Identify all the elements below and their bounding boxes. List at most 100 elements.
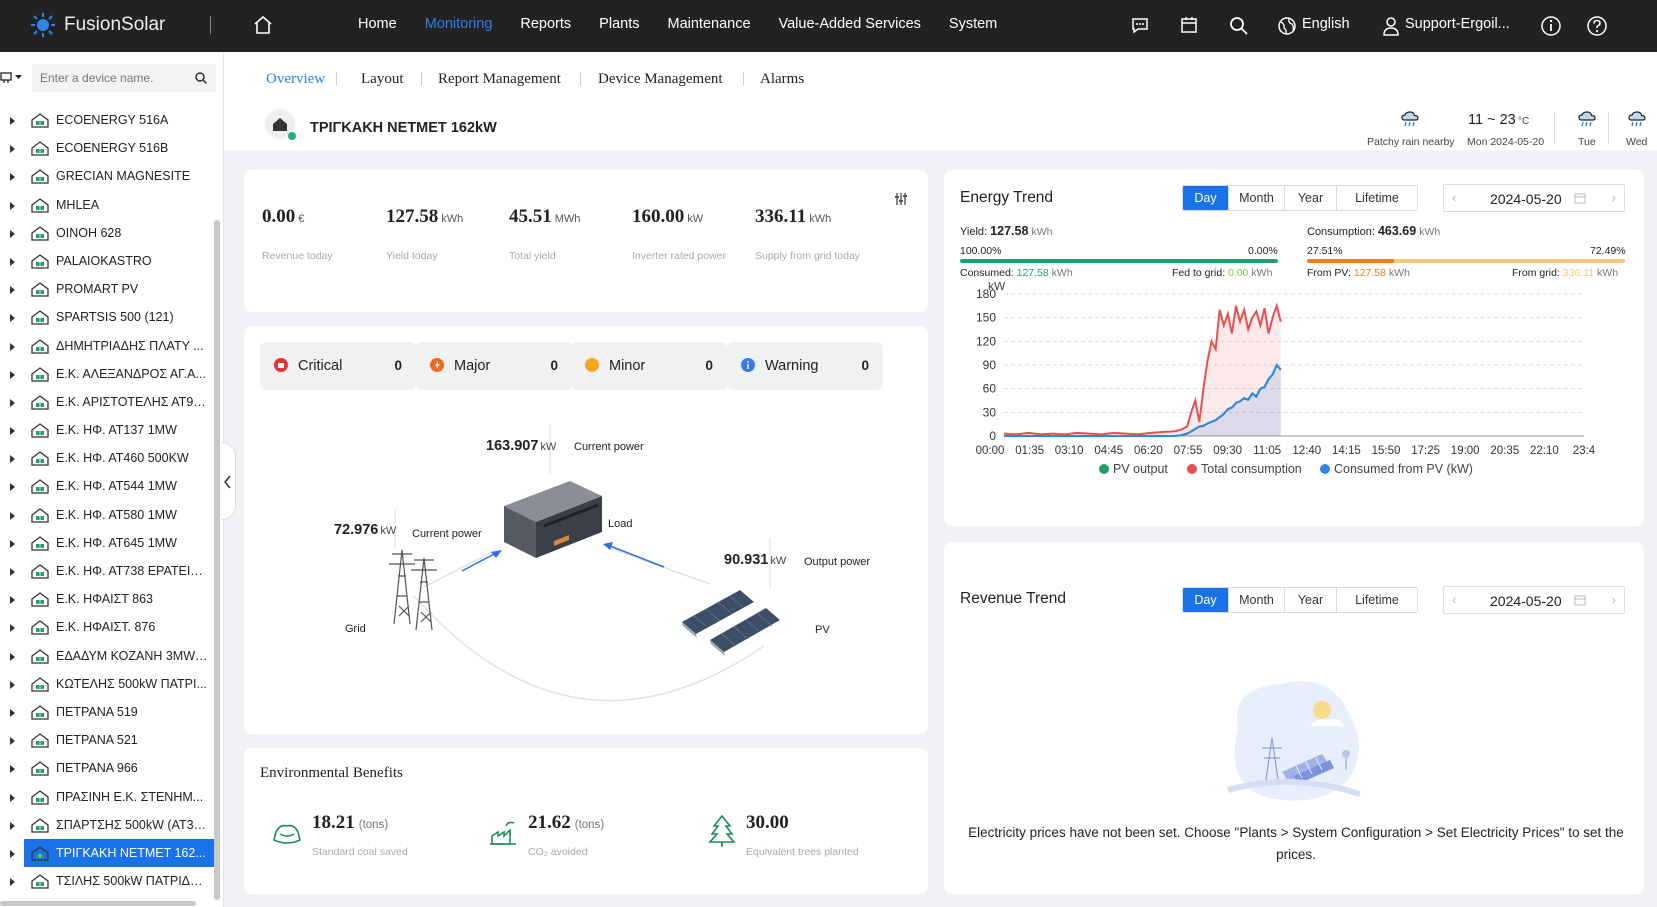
tree-item[interactable]: Ε.Κ. ΑΡΙΣΤΟΤΕΛΗΣ ΑΤ99... (0, 388, 216, 416)
tab-report-management[interactable]: Report Management (438, 71, 561, 88)
nav-home[interactable]: Home (358, 16, 397, 32)
expand-caret-icon[interactable] (10, 173, 15, 182)
calendar-icon[interactable] (1179, 15, 1199, 35)
expand-caret-icon[interactable] (10, 793, 15, 802)
tree-item[interactable]: SPARTSIS 500 (121) (0, 303, 216, 331)
tree-item[interactable]: MHLEA (0, 191, 216, 219)
tree-item[interactable]: Ε.Κ. ΗΦ. ΑΤ738 ΕΡΑΤΕΙΝΟ (0, 557, 216, 585)
revenue-trend-period-day[interactable]: Day (1183, 588, 1229, 612)
energy-trend-period-day[interactable]: Day (1183, 186, 1229, 210)
search-icon[interactable] (1228, 15, 1250, 37)
globe-icon[interactable] (1276, 15, 1298, 37)
tree-item[interactable]: ΤΡΙΓΚΑΚΗ ΝΕΤΜΕΤ 162... (0, 838, 216, 867)
expand-caret-icon[interactable] (10, 370, 15, 379)
chevron-right-icon[interactable]: › (1612, 592, 1616, 607)
expand-caret-icon[interactable] (10, 821, 15, 830)
user-icon[interactable] (1381, 15, 1401, 37)
nav-reports[interactable]: Reports (520, 16, 571, 32)
tree-item[interactable]: OINOH 628 (0, 219, 216, 247)
tree-item[interactable]: Ε.Κ. ΗΦ. ΑΤ137 1MW (0, 416, 216, 444)
energy-trend-chart[interactable]: kW030609012015018000:00 01:35 03:10 04:45 06… (944, 282, 1644, 502)
revenue-trend-date-picker[interactable]: ‹ 2024-05-20 › (1443, 586, 1625, 614)
expand-caret-icon[interactable] (10, 568, 15, 576)
tree-item[interactable]: ΤΣΙΛΗΣ 500kW ΠΑΤΡΙΔΑ... (0, 867, 216, 895)
tree-item[interactable]: Ε.Κ. ΑΛΕΞΑΝΔΡΟΣ ΑΓ.Α... (0, 360, 216, 388)
expand-caret-icon[interactable] (10, 398, 15, 407)
tree-item[interactable]: ΚΩΤΕΛΗΣ 500kW ΠΑΤΡΙ... (0, 670, 216, 698)
tree-item[interactable]: ΣΠΑΡΤΣΗΣ 500kW (ΑΤ313) (0, 811, 216, 839)
tree-item[interactable]: PROMART PV (0, 275, 216, 303)
energy-trend-period-lifetime[interactable]: Lifetime (1337, 186, 1417, 210)
expand-caret-icon[interactable] (10, 342, 15, 351)
tree-item[interactable]: ECOENERGY 516B (0, 134, 216, 162)
expand-caret-icon[interactable] (10, 596, 15, 605)
expand-caret-icon[interactable] (10, 878, 15, 887)
device-search-input[interactable] (32, 64, 182, 92)
tree-item[interactable]: Ε.Κ. ΗΦ. ΑΤ645 1MW (0, 529, 216, 557)
tree-item[interactable]: ΠΕΤΡΑΝΑ 519 (0, 698, 216, 726)
expand-caret-icon[interactable] (10, 511, 15, 520)
tree-item[interactable]: ECOENERGY 516A (0, 106, 216, 134)
sidebar-vertical-scrollbar[interactable] (214, 220, 220, 900)
tab-device-management[interactable]: Device Management (598, 71, 723, 88)
energy-trend-date-picker[interactable]: ‹ 2024-05-20 › (1443, 184, 1625, 212)
user-name[interactable]: Support-Ergoil... (1405, 16, 1510, 32)
expand-caret-icon[interactable] (10, 483, 15, 492)
nav-plants[interactable]: Plants (599, 16, 639, 32)
chat-icon[interactable] (1130, 15, 1150, 35)
tree-item[interactable]: ΠΕΤΡΑΝΑ 521 (0, 726, 216, 754)
tree-item[interactable]: ΕΔΑΔΥΜ ΚΟΖΑΝΗ 3MW ... (0, 642, 216, 670)
revenue-trend-period-lifetime[interactable]: Lifetime (1337, 588, 1417, 612)
nav-value-added-services[interactable]: Value-Added Services (779, 16, 921, 32)
revenue-trend-period-month[interactable]: Month (1229, 588, 1285, 612)
expand-caret-icon[interactable] (10, 229, 15, 238)
nav-maintenance[interactable]: Maintenance (667, 16, 750, 32)
help-icon[interactable] (1586, 15, 1608, 37)
nav-monitoring[interactable]: Monitoring (425, 16, 493, 32)
expand-caret-icon[interactable] (10, 737, 15, 746)
expand-caret-icon[interactable] (10, 257, 15, 266)
expand-caret-icon[interactable] (10, 117, 15, 125)
expand-caret-icon[interactable] (10, 314, 15, 323)
chevron-left-icon[interactable]: ‹ (1452, 190, 1456, 205)
language-selector[interactable]: English (1302, 16, 1350, 32)
tree-item[interactable]: Ε.Κ. ΗΦΑΙΣΤ. 876 (0, 613, 216, 641)
tab-overview[interactable]: Overview (266, 71, 325, 88)
tree-item[interactable]: PALAIOKASTRO (0, 247, 216, 275)
brand-logo[interactable]: FusionSolar (28, 12, 165, 38)
revenue-trend-period-year[interactable]: Year (1285, 588, 1337, 612)
tree-item[interactable]: GRECIAN MAGNESITE (0, 162, 216, 190)
info-icon[interactable] (1540, 15, 1562, 37)
expand-caret-icon[interactable] (10, 201, 15, 210)
tree-item[interactable]: Ε.Κ. ΗΦ. ΑΤ544 1MW (0, 472, 216, 500)
expand-caret-icon[interactable] (10, 765, 15, 774)
tree-item[interactable]: ΠΡΑΣΙΝΗ Ε.Κ. ΣΤΕΝΗΜ... (0, 783, 216, 811)
nav-system[interactable]: System (949, 16, 997, 32)
tree-item[interactable]: Ε.Κ. ΗΦΑΙΣΤ 863 (0, 585, 216, 613)
expand-caret-icon[interactable] (10, 455, 15, 464)
settings-sliders-icon[interactable] (894, 192, 908, 206)
tab-alarms[interactable]: Alarms (760, 71, 804, 88)
expand-caret-icon[interactable] (10, 427, 15, 436)
tree-item[interactable]: ΠΕΤΡΑΝΑ 966 (0, 754, 216, 782)
tree-item[interactable]: Ε.Κ. ΗΦ. ΑΤ580 1MW (0, 501, 216, 529)
expand-caret-icon[interactable] (10, 145, 15, 154)
tree-item[interactable]: Ε.Κ. ΗΦ. ΑΤ460 500KW (0, 444, 216, 472)
energy-trend-period-year[interactable]: Year (1285, 186, 1337, 210)
expand-caret-icon[interactable] (10, 652, 15, 661)
search-type-dropdown[interactable] (0, 70, 24, 87)
expand-caret-icon[interactable] (10, 286, 15, 295)
tab-layout[interactable]: Layout (361, 71, 404, 88)
energy-trend-period-month[interactable]: Month (1229, 186, 1285, 210)
chevron-left-icon[interactable]: ‹ (1452, 592, 1456, 607)
expand-caret-icon[interactable] (10, 680, 15, 689)
sidebar-horizontal-scrollbar[interactable] (0, 901, 196, 906)
expand-caret-icon[interactable] (10, 539, 15, 548)
expand-caret-icon[interactable] (10, 624, 15, 633)
expand-caret-icon[interactable] (10, 708, 15, 717)
home-icon[interactable] (252, 14, 274, 36)
search-icon[interactable] (194, 71, 208, 85)
expand-caret-icon[interactable] (10, 849, 15, 858)
tree-item[interactable]: ΔΗΜΗΤΡΙΑΔΗΣ ΠΛΑΤΥ ... (0, 332, 216, 360)
chevron-right-icon[interactable]: › (1612, 190, 1616, 205)
